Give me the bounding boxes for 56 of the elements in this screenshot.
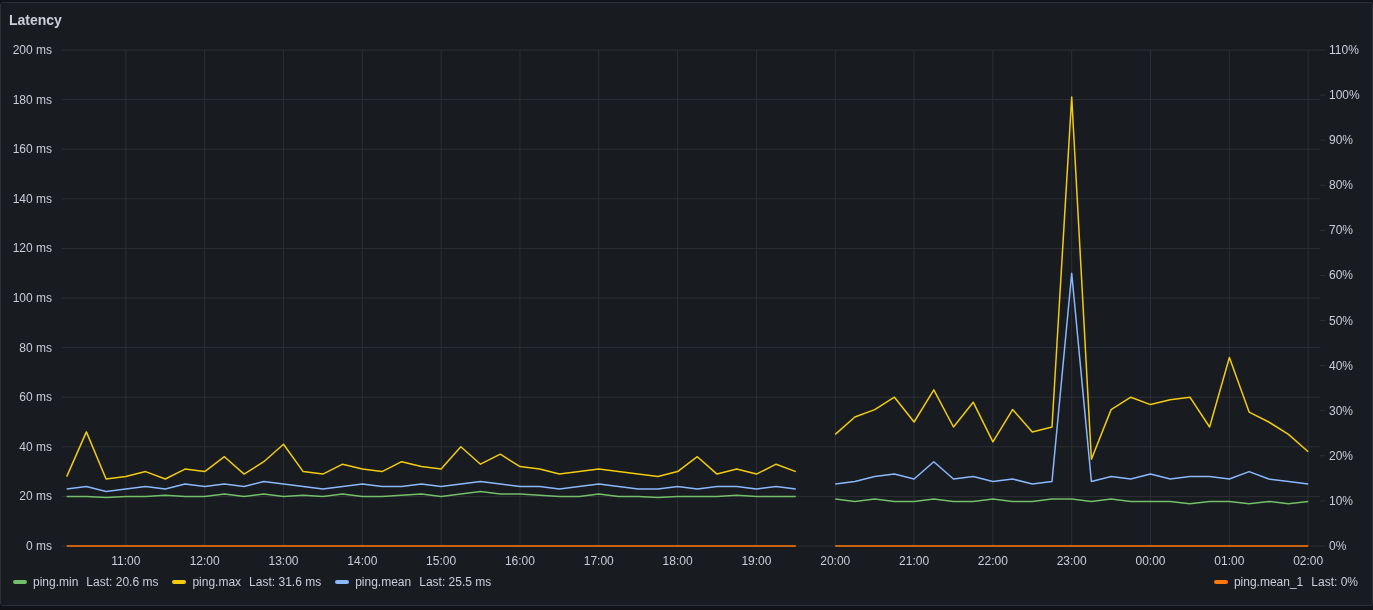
x-axis-label: 23:00 bbox=[1056, 554, 1087, 568]
y-axis-label: 20 ms bbox=[19, 489, 52, 504]
legend-series-name: ping.max bbox=[192, 575, 242, 589]
y-axis-label: 140 ms bbox=[12, 191, 52, 206]
x-axis-label: 20:00 bbox=[820, 554, 851, 568]
panel-title: Latency bbox=[8, 11, 63, 30]
right-axis-label: 0% bbox=[1329, 539, 1347, 553]
right-axis-label: 10% bbox=[1329, 493, 1354, 508]
right-axis-label: 90% bbox=[1329, 133, 1354, 148]
legend-item[interactable]: ping.max Last: 31.6 ms bbox=[172, 575, 322, 589]
y-axis-label: 160 ms bbox=[12, 142, 52, 157]
x-axis-label: 19:00 bbox=[741, 554, 772, 568]
right-axis-label: 70% bbox=[1329, 223, 1354, 238]
legend-series-name: ping.mean_1 bbox=[1233, 575, 1304, 589]
legend-last-value: Last: 25.5 ms bbox=[419, 575, 492, 589]
y-axis-label: 100 ms bbox=[12, 291, 52, 305]
legend-swatch-icon bbox=[172, 580, 187, 584]
x-axis-label: 22:00 bbox=[977, 554, 1008, 568]
x-axis-label: 21:00 bbox=[899, 554, 930, 568]
x-axis-label: 13:00 bbox=[268, 554, 299, 568]
right-axis-label: 50% bbox=[1329, 313, 1354, 328]
legend-series-name: ping.mean bbox=[355, 575, 412, 589]
y-axis-label: 120 ms bbox=[12, 241, 52, 256]
legend-swatch-icon bbox=[13, 580, 27, 584]
legend-series-name: ping.min bbox=[33, 575, 79, 589]
right-axis-label: 40% bbox=[1329, 358, 1354, 373]
legend-item[interactable]: ping.mean Last: 25.5 ms bbox=[335, 575, 492, 589]
legend-last-value: Last: 20.6 ms bbox=[86, 575, 159, 589]
right-axis-label: 60% bbox=[1329, 268, 1354, 283]
right-axis-label: 20% bbox=[1329, 448, 1354, 463]
y-axis-label: 0 ms bbox=[26, 539, 52, 553]
x-axis-label: 15:00 bbox=[426, 554, 457, 568]
x-axis-label: 00:00 bbox=[1135, 554, 1166, 568]
right-axis-label: 30% bbox=[1329, 403, 1354, 418]
y-axis-label: 80 ms bbox=[19, 340, 52, 355]
legend-item[interactable]: ping.min Last: 20.6 ms bbox=[13, 575, 159, 589]
x-axis-label: 01:00 bbox=[1214, 554, 1245, 568]
legend-item[interactable]: ping.mean_1 Last: 0% bbox=[1213, 575, 1358, 589]
x-axis-label: 11:00 bbox=[111, 554, 141, 568]
legend-swatch-icon bbox=[1213, 580, 1228, 584]
legend-swatch-icon bbox=[335, 580, 350, 584]
x-axis-label: 02:00 bbox=[1293, 554, 1324, 568]
y-axis-label: 200 ms bbox=[12, 43, 52, 57]
x-axis-label: 17:00 bbox=[583, 554, 614, 568]
legend-last-value: Last: 31.6 ms bbox=[249, 575, 322, 589]
right-axis-label: 110% bbox=[1329, 43, 1359, 57]
right-axis-label: 100% bbox=[1329, 88, 1360, 103]
y-axis-label: 180 ms bbox=[12, 92, 52, 107]
x-axis-label: 12:00 bbox=[189, 554, 220, 568]
x-axis-label: 14:00 bbox=[347, 554, 378, 568]
legend-last-value: Last: 0% bbox=[1311, 575, 1358, 589]
y-axis-label: 40 ms bbox=[19, 439, 52, 454]
right-axis-label: 80% bbox=[1329, 178, 1354, 193]
x-axis-label: 18:00 bbox=[662, 554, 693, 568]
x-axis-label: 16:00 bbox=[504, 554, 535, 568]
y-axis-label: 60 ms bbox=[19, 390, 52, 405]
